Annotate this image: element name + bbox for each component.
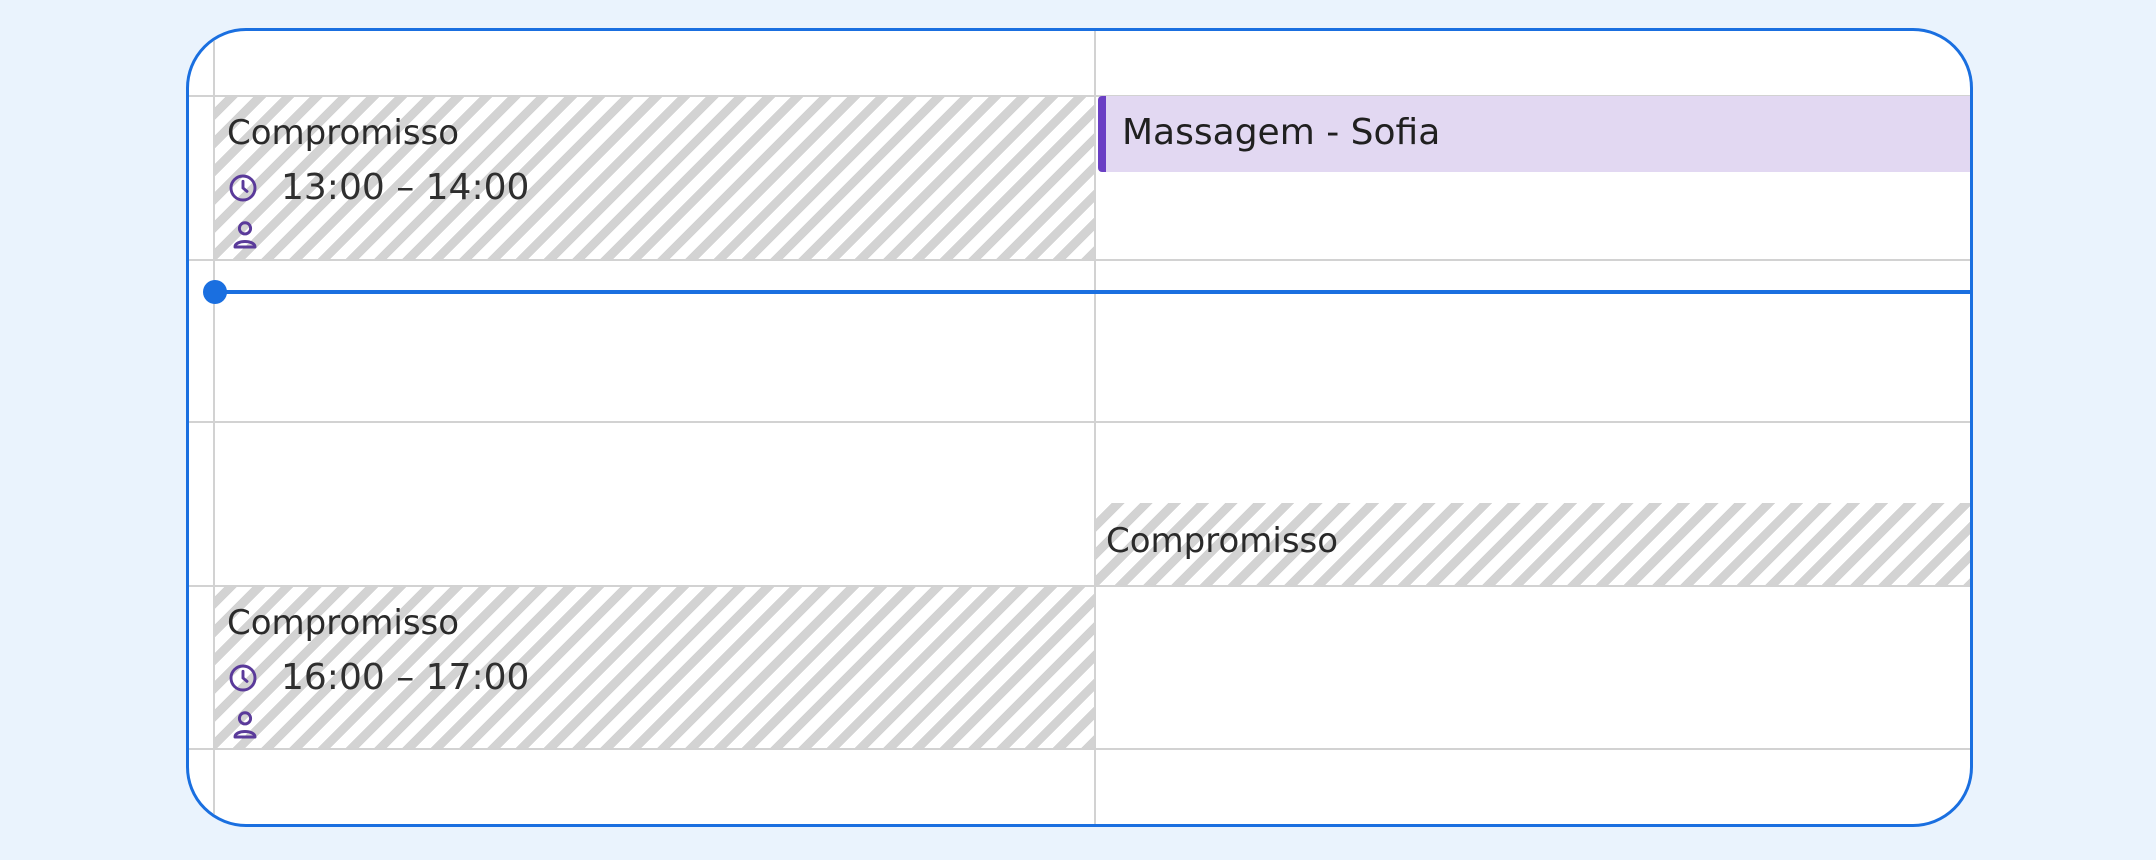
calendar-day-view: Compromisso 13:00 – 14:00 Massagem - Sof… [186,28,1973,827]
slot-line [189,825,1970,827]
appointment-title: Compromisso [227,113,460,153]
appointment-time: 16:00 – 17:00 [227,657,529,698]
appointment-block[interactable]: Compromisso 13:00 – 14:00 [215,97,1094,259]
appointment-title: Compromisso [1106,521,1339,561]
appointment-title: Compromisso [227,603,460,643]
person-icon [233,711,257,739]
appointment-block[interactable]: Compromisso [1096,503,1970,585]
massage-event[interactable]: Massagem - Sofia [1098,96,1970,172]
column-divider [1094,31,1096,824]
current-time-line [215,290,1970,294]
slot-line [189,421,1970,423]
appointment-time-text: 13:00 – 14:00 [281,167,530,208]
current-time-dot [203,280,227,304]
person-icon [233,221,257,249]
slot-line [189,748,1970,750]
appointment-time: 13:00 – 14:00 [227,167,529,208]
appointment-block[interactable]: Compromisso 16:00 – 17:00 [215,587,1094,748]
clock-icon [229,664,257,691]
event-title: Massagem - Sofia [1122,112,1441,153]
clock-icon [229,174,257,201]
slot-line [189,259,1970,261]
appointment-time-text: 16:00 – 17:00 [281,657,530,698]
